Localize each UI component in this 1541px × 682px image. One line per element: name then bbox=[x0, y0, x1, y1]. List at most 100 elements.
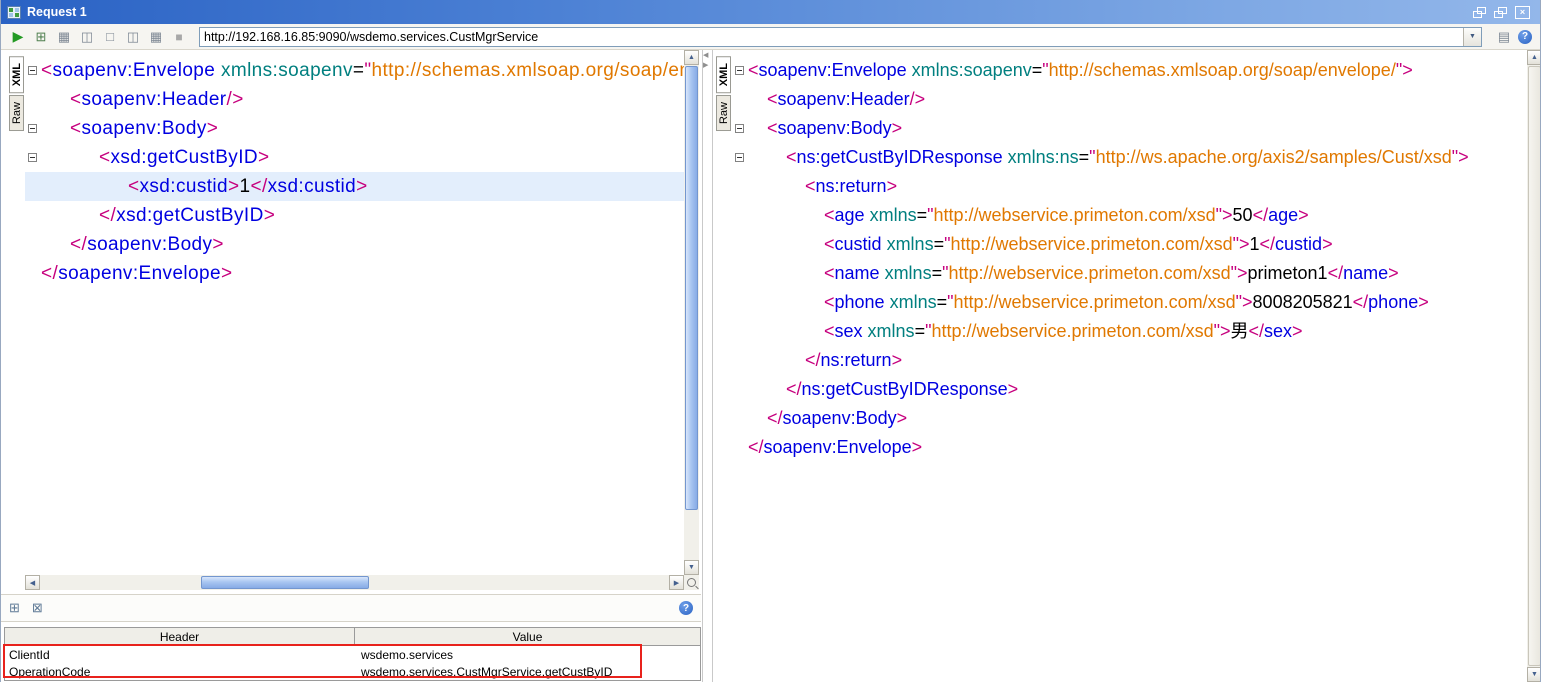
code-line[interactable]: <soapenv:Header/> bbox=[732, 85, 1527, 114]
detach-window-icon[interactable] bbox=[1473, 7, 1486, 18]
response-xml-editor[interactable]: <soapenv:Envelope xmlns:soapenv="http://… bbox=[732, 50, 1527, 682]
response-vertical-scrollbar[interactable]: ▲ ▼ bbox=[1527, 50, 1541, 682]
response-view-tabs: XML Raw bbox=[716, 50, 732, 131]
request-icon bbox=[7, 6, 21, 19]
pane-splitter[interactable]: ◀ ▶ bbox=[699, 50, 716, 682]
code-line[interactable]: <xsd:custid>1</xsd:custid> bbox=[25, 172, 684, 201]
scroll-right-icon[interactable]: ▶ bbox=[669, 575, 684, 590]
gutter bbox=[732, 172, 748, 201]
gutter bbox=[732, 85, 748, 114]
fold-toggle-icon[interactable] bbox=[732, 56, 748, 85]
title-bar: Request 1 × bbox=[1, 0, 1540, 24]
fold-toggle-icon[interactable] bbox=[25, 114, 41, 143]
code-line[interactable]: <name xmlns="http://webservice.primeton.… bbox=[732, 259, 1527, 288]
fold-toggle-icon[interactable] bbox=[732, 114, 748, 143]
header-name-cell[interactable]: ClientId bbox=[5, 648, 355, 662]
gutter bbox=[25, 201, 41, 230]
code-line[interactable]: <soapenv:Header/> bbox=[25, 85, 684, 114]
splitter-collapse-right-icon[interactable]: ▶ bbox=[703, 62, 708, 70]
add-to-mockservice-icon[interactable]: ▦ bbox=[55, 28, 73, 46]
layout-icon[interactable]: ▤ bbox=[1495, 28, 1513, 46]
request-view-tabs: XML Raw bbox=[9, 50, 25, 131]
request-tab-raw[interactable]: Raw bbox=[9, 95, 24, 131]
request-tab-xml[interactable]: XML bbox=[9, 56, 24, 93]
request-horizontal-scrollbar[interactable]: ◀ ▶ bbox=[25, 575, 684, 590]
endpoint-dropdown-icon[interactable]: ▼ bbox=[1463, 28, 1481, 46]
submit-request-button[interactable]: ▶ bbox=[9, 28, 27, 46]
maximize-window-icon[interactable] bbox=[1494, 7, 1507, 18]
scroll-left-icon[interactable]: ◀ bbox=[25, 575, 40, 590]
scrollbar-thumb[interactable] bbox=[1528, 66, 1541, 666]
clone-request-icon[interactable]: ◫ bbox=[124, 28, 142, 46]
gutter bbox=[732, 288, 748, 317]
gutter bbox=[732, 230, 748, 259]
request-vertical-scrollbar[interactable]: ▲ ▼ bbox=[684, 50, 699, 575]
header-value-cell[interactable]: wsdemo.services bbox=[355, 648, 700, 662]
gutter bbox=[25, 230, 41, 259]
request-window: Request 1 × ▶ ⊞ ▦ ◫ □ ◫ ▦ ■ http://192.1… bbox=[0, 0, 1541, 682]
code-line[interactable]: </ns:getCustByIDResponse> bbox=[732, 375, 1527, 404]
fold-toggle-icon[interactable] bbox=[25, 143, 41, 172]
scrollbar-corner bbox=[684, 575, 699, 590]
gutter bbox=[732, 346, 748, 375]
header-row[interactable]: OperationCodewsdemo.services.CustMgrServ… bbox=[5, 663, 700, 680]
close-window-icon[interactable]: × bbox=[1515, 6, 1530, 19]
code-line[interactable]: <soapenv:Envelope xmlns:soapenv="http://… bbox=[732, 56, 1527, 85]
gutter bbox=[732, 259, 748, 288]
header-name-cell[interactable]: OperationCode bbox=[5, 665, 355, 679]
window-title: Request 1 bbox=[27, 5, 87, 19]
splitter-collapse-left-icon[interactable]: ◀ bbox=[703, 52, 708, 60]
gutter bbox=[732, 433, 748, 462]
headers-table-head: Header Value bbox=[5, 628, 700, 646]
scrollbar-thumb[interactable] bbox=[685, 66, 698, 510]
gutter bbox=[732, 201, 748, 230]
scroll-up-icon[interactable]: ▲ bbox=[684, 50, 699, 65]
request-xml-editor[interactable]: <soapenv:Envelope xmlns:soapenv="http://… bbox=[25, 50, 684, 575]
code-line[interactable]: </soapenv:Envelope> bbox=[25, 259, 684, 288]
cancel-request-icon[interactable]: ■ bbox=[170, 28, 188, 46]
code-line[interactable]: <ns:getCustByIDResponse xmlns:ns="http:/… bbox=[732, 143, 1527, 172]
gutter bbox=[25, 259, 41, 288]
fold-toggle-icon[interactable] bbox=[25, 56, 41, 85]
code-line[interactable]: <phone xmlns="http://webservice.primeton… bbox=[732, 288, 1527, 317]
code-line[interactable]: </ns:return> bbox=[732, 346, 1527, 375]
fold-toggle-icon[interactable] bbox=[732, 143, 748, 172]
code-line[interactable]: <xsd:getCustByID> bbox=[25, 143, 684, 172]
create-empty-request-icon[interactable]: □ bbox=[101, 28, 119, 46]
response-tab-xml[interactable]: XML bbox=[716, 56, 731, 93]
recreate-request-icon[interactable]: ▦ bbox=[147, 28, 165, 46]
header-row[interactable]: ClientIdwsdemo.services bbox=[5, 646, 700, 663]
scroll-down-icon[interactable]: ▼ bbox=[684, 560, 699, 575]
remove-header-icon[interactable]: ⊠ bbox=[32, 600, 43, 616]
code-line[interactable]: <age xmlns="http://webservice.primeton.c… bbox=[732, 201, 1527, 230]
help-icon[interactable]: ? bbox=[1518, 30, 1532, 44]
add-to-testcase-icon[interactable]: ⊞ bbox=[32, 28, 50, 46]
code-line[interactable]: </soapenv:Body> bbox=[25, 230, 684, 259]
headers-help-icon[interactable]: ? bbox=[679, 601, 693, 615]
magnifier-icon[interactable] bbox=[687, 578, 696, 587]
code-line[interactable]: <soapenv:Body> bbox=[732, 114, 1527, 143]
headers-toolbar: ⊞ ⊠ ? bbox=[1, 594, 701, 622]
code-line[interactable]: </soapenv:Body> bbox=[732, 404, 1527, 433]
add-header-icon[interactable]: ⊞ bbox=[9, 600, 20, 616]
code-line[interactable]: <custid xmlns="http://webservice.primeto… bbox=[732, 230, 1527, 259]
column-value[interactable]: Value bbox=[355, 628, 700, 645]
header-value-cell[interactable]: wsdemo.services.CustMgrService.getCustBy… bbox=[355, 665, 700, 679]
request-toolbar: ▶ ⊞ ▦ ◫ □ ◫ ▦ ■ http://192.168.16.85:909… bbox=[1, 24, 1540, 50]
code-line[interactable]: <ns:return> bbox=[732, 172, 1527, 201]
copy-request-icon[interactable]: ◫ bbox=[78, 28, 96, 46]
code-line[interactable]: <soapenv:Body> bbox=[25, 114, 684, 143]
gutter bbox=[732, 404, 748, 433]
gutter bbox=[25, 172, 41, 201]
column-header[interactable]: Header bbox=[5, 628, 355, 645]
code-line[interactable]: <soapenv:Envelope xmlns:soapenv="http://… bbox=[25, 56, 684, 85]
response-tab-raw[interactable]: Raw bbox=[716, 95, 731, 131]
code-line[interactable]: </xsd:getCustByID> bbox=[25, 201, 684, 230]
code-line[interactable]: </soapenv:Envelope> bbox=[732, 433, 1527, 462]
scroll-up-icon[interactable]: ▲ bbox=[1527, 50, 1541, 65]
code-line[interactable]: <sex xmlns="http://webservice.primeton.c… bbox=[732, 317, 1527, 346]
scroll-down-icon[interactable]: ▼ bbox=[1527, 667, 1541, 682]
endpoint-url[interactable]: http://192.168.16.85:9090/wsdemo.service… bbox=[200, 30, 1463, 44]
endpoint-combobox[interactable]: http://192.168.16.85:9090/wsdemo.service… bbox=[199, 27, 1482, 47]
scrollbar-thumb[interactable] bbox=[201, 576, 369, 589]
